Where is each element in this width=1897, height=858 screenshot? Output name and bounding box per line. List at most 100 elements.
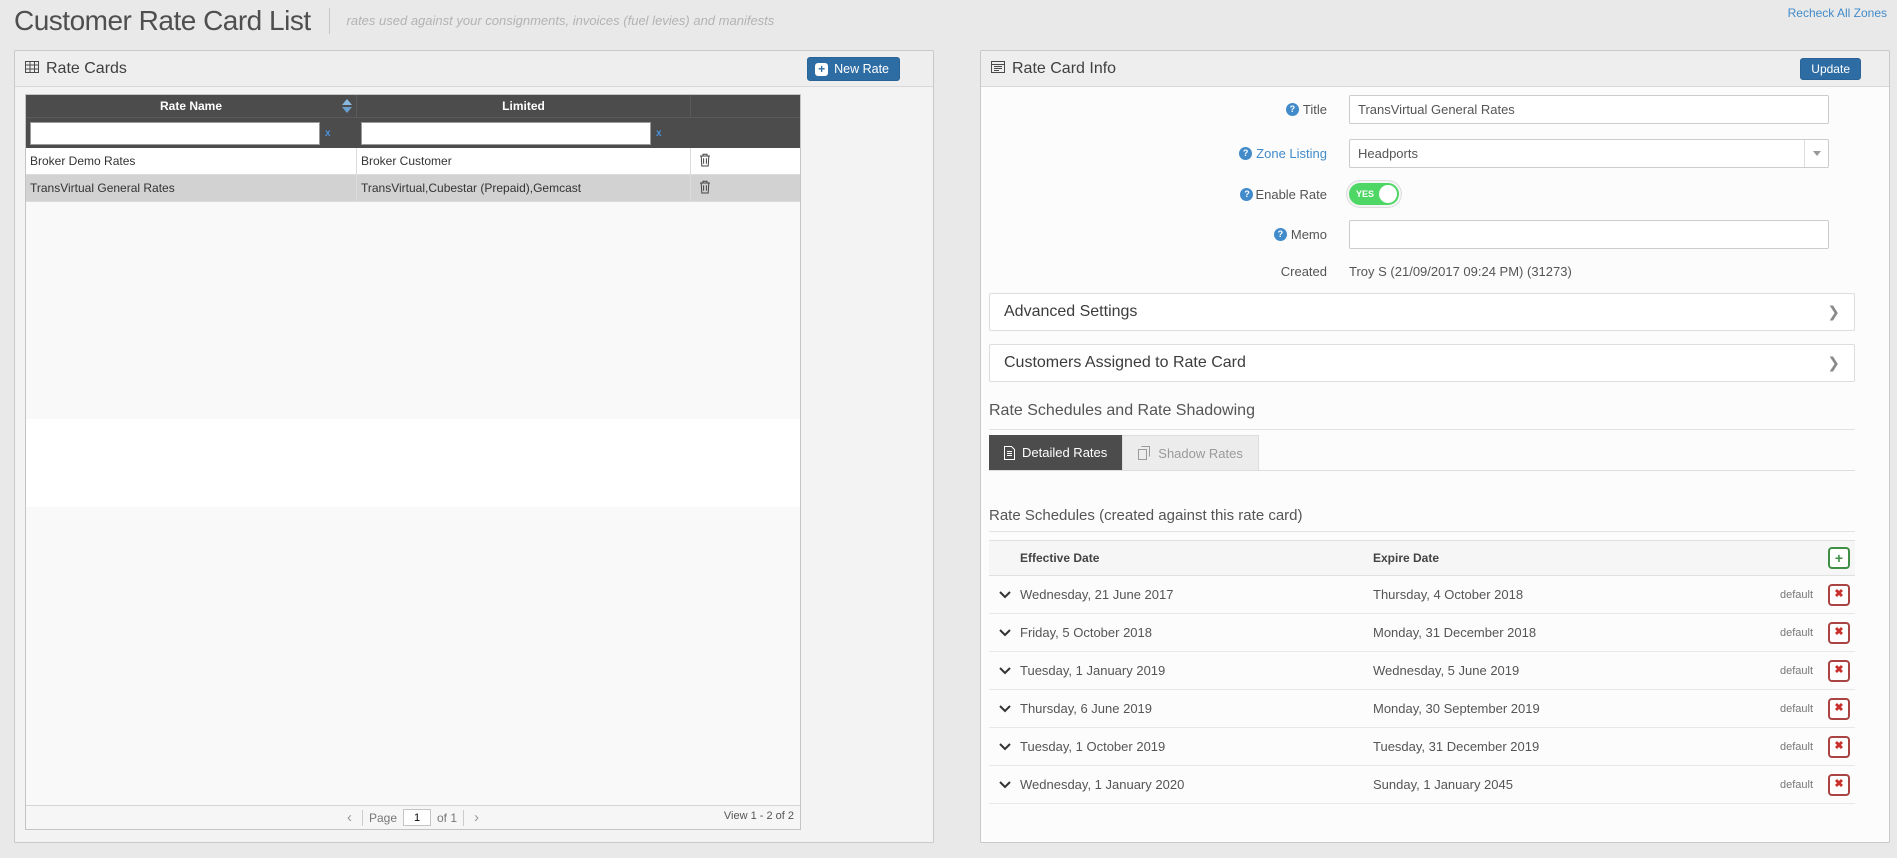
schedule-row: Friday, 5 October 2018 Monday, 31 Decemb… [989,614,1855,652]
memo-label: ? Memo [989,227,1349,242]
page-number-input[interactable] [403,809,431,826]
rate-card-row[interactable]: Broker Demo Rates Broker Customer [26,148,800,175]
default-tag: default [1779,664,1813,677]
rate-cards-title: Rate Cards [46,59,127,77]
sort-icon[interactable] [342,99,352,113]
page-of-label: of 1 [437,810,458,825]
new-rate-button[interactable]: + New Rate [807,57,900,81]
schedule-row: Thursday, 6 June 2019 Monday, 30 Septemb… [989,690,1855,728]
update-button[interactable]: Update [1800,58,1861,80]
page-label: Page [368,810,397,825]
advanced-settings-accordion[interactable]: Advanced Settings ❯ [989,293,1855,331]
column-header-limited: Limited [357,95,691,117]
rate-card-info-panel-header: Rate Card Info Update [981,51,1889,87]
grid-pager: ‹ Page of 1 › View 1 - 2 of 2 [26,805,800,829]
delete-schedule-button[interactable]: ✖ [1828,697,1850,720]
schedule-row: Wednesday, 21 June 2017 Thursday, 4 Octo… [989,576,1855,614]
zone-listing-label[interactable]: ? Zone Listing [989,146,1349,161]
delete-schedule-button[interactable]: ✖ [1828,659,1850,682]
expire-date-cell: Tuesday, 31 December 2019 [1373,739,1540,754]
expire-date-cell: Wednesday, 5 June 2019 [1373,663,1520,678]
delete-schedule-button[interactable]: ✖ [1828,621,1850,644]
effective-date-cell: Tuesday, 1 October 2019 [1020,739,1166,754]
default-tag: default [1779,740,1813,753]
delete-schedule-button[interactable]: ✖ [1828,735,1850,758]
question-icon[interactable]: ? [1239,147,1253,160]
view-range-label: View 1 - 2 of 2 [723,810,794,822]
expand-chevron-icon[interactable] [989,780,1020,789]
rate-cards-panel: Rate Cards + New Rate Rate Name Limited … [14,50,934,843]
schedule-row: Tuesday, 1 January 2019 Wednesday, 5 Jun… [989,652,1855,690]
default-tag: default [1779,626,1813,639]
schedule-row: Wednesday, 1 January 2020 Sunday, 1 Janu… [989,766,1855,804]
page-header: Customer Rate Card List rates used again… [14,0,1887,42]
tab-detailed-rates[interactable]: Detailed Rates [989,435,1123,470]
chevron-down-icon [1804,140,1828,167]
page-subtitle: rates used against your consignments, in… [346,13,775,28]
rate-name-cell: TransVirtual General Rates [26,175,357,201]
title-input[interactable] [1349,95,1829,124]
expand-chevron-icon[interactable] [989,704,1020,713]
delete-rate-card-button[interactable] [697,178,713,199]
prev-page-icon[interactable]: ‹ [343,808,356,828]
effective-date-cell: Friday, 5 October 2018 [1020,625,1152,640]
form-card-icon [991,60,1005,78]
customers-assigned-accordion[interactable]: Customers Assigned to Rate Card ❯ [989,344,1855,382]
created-value: Troy S (21/09/2017 09:24 PM) (31273) [1349,264,1572,279]
recheck-all-zones-link[interactable]: Recheck All Zones [1788,6,1887,20]
schedules-section-heading: Rate Schedules and Rate Shadowing [989,402,1855,430]
next-page-icon[interactable]: › [470,808,483,828]
schedules-subheading: Rate Schedules (created against this rat… [989,507,1855,532]
limited-filter-input[interactable] [361,121,651,145]
question-icon[interactable]: ? [1273,228,1287,241]
tab-shadow-rates[interactable]: Shadow Rates [1122,435,1259,470]
chevron-right-icon: ❯ [1827,304,1840,321]
rate-name-cell: Broker Demo Rates [26,148,357,174]
expand-chevron-icon[interactable] [989,590,1020,599]
rate-name-filter-clear-icon[interactable]: x [325,128,331,139]
limited-cell: TransVirtual,Cubestar (Prepaid),Gemcast [357,175,691,201]
rate-card-info-panel: Rate Card Info Update ? Title ? Zone Lis… [980,50,1890,843]
rate-name-filter-input[interactable] [30,121,320,145]
delete-rate-card-button[interactable] [697,151,713,172]
rate-card-row[interactable]: TransVirtual General Rates TransVirtual,… [26,175,800,202]
zone-listing-select[interactable]: Headports [1349,139,1829,168]
rate-cards-panel-header: Rate Cards + New Rate [15,51,933,87]
enable-rate-toggle[interactable]: YES [1349,183,1399,205]
toggle-state-label: YES [1356,189,1375,199]
default-tag: default [1779,778,1813,791]
new-rate-label: New Rate [834,62,889,76]
expand-chevron-icon[interactable] [989,666,1020,675]
default-tag: default [1779,702,1813,715]
effective-date-cell: Thursday, 6 June 2019 [1020,701,1153,716]
column-header-rate-name[interactable]: Rate Name [26,95,357,117]
schedules-header-row: Effective Date Expire Date + [989,540,1855,576]
delete-schedule-button[interactable]: ✖ [1828,583,1850,606]
expand-chevron-icon[interactable] [989,628,1020,637]
plus-icon: + [815,62,829,76]
question-icon[interactable]: ? [1285,103,1299,116]
grid-empty-area [26,202,800,805]
copy-icon [1138,446,1151,460]
limited-cell: Broker Customer [357,148,691,174]
chevron-right-icon: ❯ [1827,355,1840,372]
title-label: ? Title [989,102,1349,117]
rate-schedules-table: Effective Date Expire Date + Wednesday, … [989,540,1855,804]
grid-filter-row: x x [26,117,800,148]
page-title: Customer Rate Card List [14,5,311,36]
created-label: Created [1280,264,1327,279]
effective-date-cell: Wednesday, 21 June 2017 [1020,587,1174,602]
expire-date-header: Expire Date [1373,551,1440,565]
add-schedule-button[interactable]: + [1828,547,1850,569]
expand-chevron-icon[interactable] [989,742,1020,751]
memo-input[interactable] [1349,220,1829,249]
schedule-row: Tuesday, 1 October 2019 Tuesday, 31 Dece… [989,728,1855,766]
delete-schedule-button[interactable]: ✖ [1828,773,1850,796]
expire-date-cell: Monday, 31 December 2018 [1373,625,1537,640]
trash-icon [700,153,710,166]
table-grid-icon [25,60,39,78]
title-divider [329,8,331,34]
expire-date-cell: Sunday, 1 January 2045 [1373,777,1513,792]
question-icon[interactable]: ? [1240,187,1254,201]
limited-filter-clear-icon[interactable]: x [656,128,662,139]
